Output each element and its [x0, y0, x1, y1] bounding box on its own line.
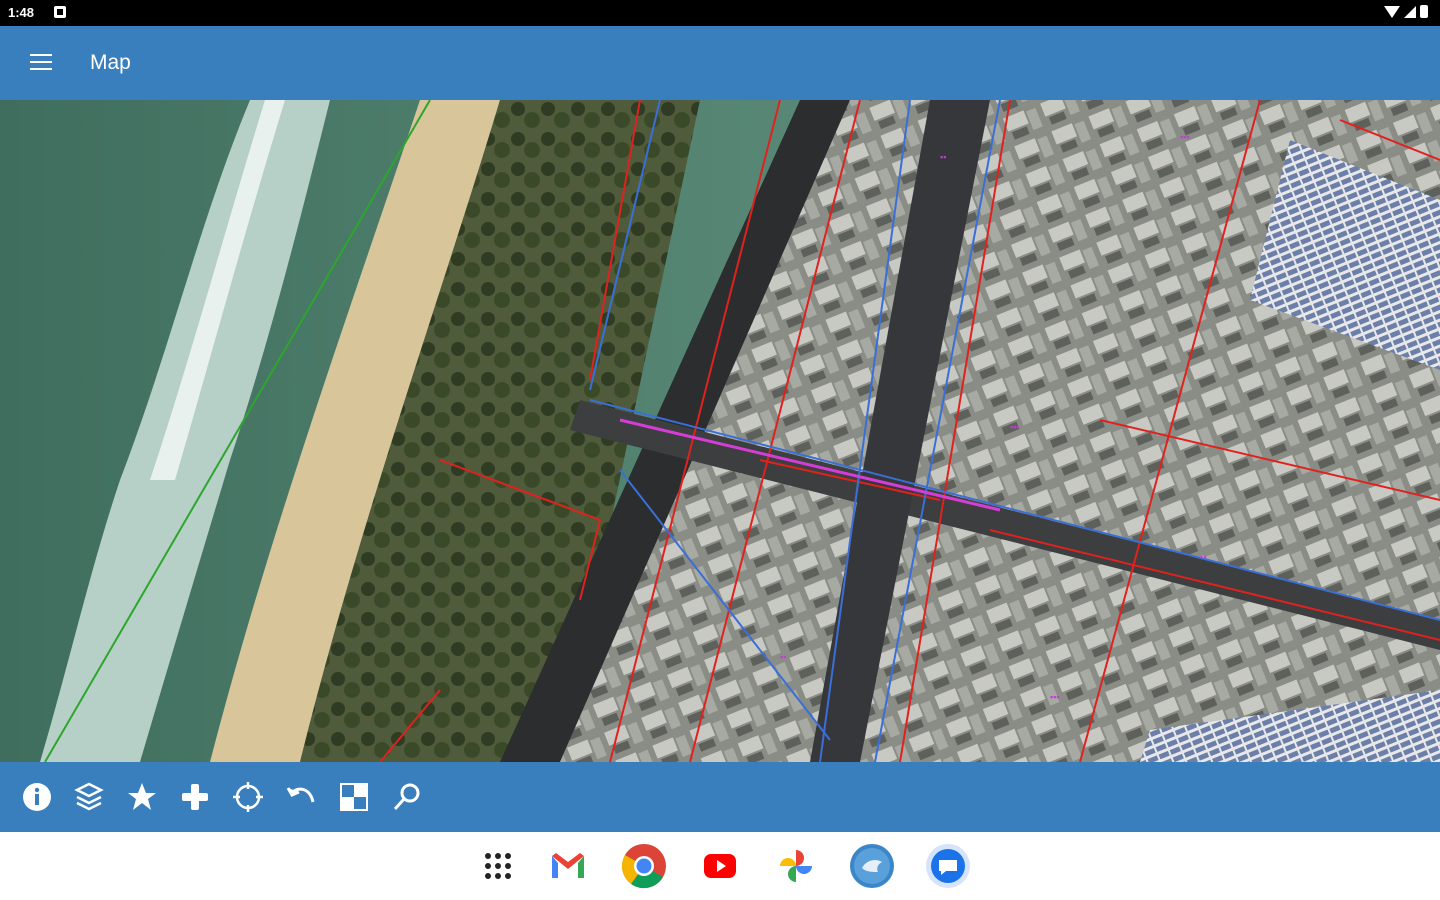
app-icon[interactable] — [848, 842, 896, 890]
battery-icon — [1420, 5, 1428, 18]
navigation-dock — [0, 832, 1440, 900]
app-bar: Map — [0, 26, 1440, 100]
svg-text:▪▪: ▪▪ — [1200, 552, 1206, 562]
menu-icon[interactable] — [30, 54, 52, 72]
svg-text:▪▪▪: ▪▪▪ — [1050, 692, 1060, 702]
map-toolbar — [0, 762, 1440, 832]
system-icons — [1384, 5, 1428, 18]
layers-icon[interactable] — [72, 780, 106, 814]
notification-icon — [54, 6, 66, 18]
chrome-icon[interactable] — [620, 842, 668, 890]
app-drawer-icon[interactable] — [474, 842, 522, 890]
aerial-map: ▪▪▪▪▪ ▪▪▪▪▪ ▪▪▪▪▪ — [0, 100, 1440, 762]
undo-icon[interactable] — [284, 780, 318, 814]
page-title: Map — [90, 51, 131, 74]
status-time: 1:48 — [8, 5, 35, 20]
youtube-icon[interactable] — [696, 842, 744, 890]
gmail-icon[interactable] — [544, 842, 592, 890]
messages-icon[interactable] — [924, 842, 972, 890]
wifi-icon — [1384, 5, 1400, 18]
basemap-icon[interactable] — [337, 780, 371, 814]
search-icon[interactable] — [390, 780, 424, 814]
star-icon[interactable] — [125, 780, 159, 814]
info-icon[interactable] — [20, 780, 54, 814]
svg-text:▪▪: ▪▪ — [940, 152, 946, 162]
map-view[interactable]: ▪▪ ▪▪▪ ▪▪▪ ▪▪ ▪▪ ▪▪▪ — [0, 100, 1440, 762]
signal-icon — [1404, 5, 1416, 18]
svg-text:▪▪▪: ▪▪▪ — [1180, 132, 1190, 142]
locate-icon[interactable] — [231, 780, 265, 814]
svg-text:▪▪: ▪▪ — [780, 652, 786, 662]
svg-text:▪▪▪: ▪▪▪ — [1010, 422, 1020, 432]
plus-icon[interactable] — [178, 780, 212, 814]
status-bar: 1:48 — [0, 0, 1440, 26]
photos-icon[interactable] — [772, 842, 820, 890]
